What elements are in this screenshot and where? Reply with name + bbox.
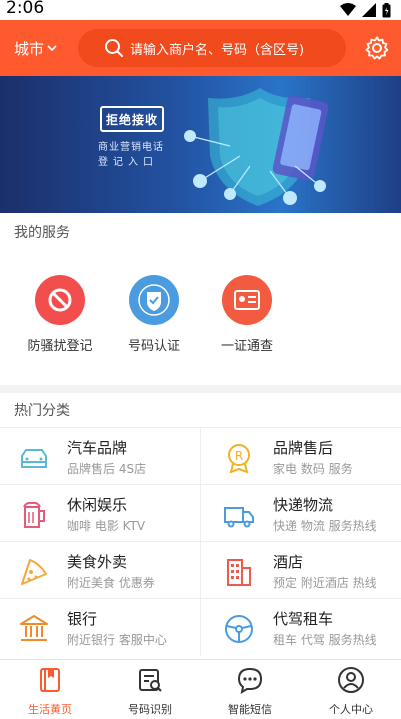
status-bar: 2:06 [0, 0, 401, 20]
gear-icon[interactable] [365, 36, 389, 60]
signal-icon [362, 3, 376, 17]
services-title: 我的服务 [14, 225, 70, 241]
category-subtitle: 预定 附近酒店 热线 [273, 576, 377, 590]
service-anti-harassment[interactable]: 防骚扰登记 [15, 275, 105, 354]
sms-icon [237, 667, 263, 695]
banner-line-1: 商业营销电话 [98, 142, 164, 153]
category-car-rental[interactable]: 代驾租车 租车 代驾 服务热线 [200, 598, 401, 656]
category-leisure[interactable]: 休闲娱乐 咖啡 电影 KTV [0, 484, 200, 542]
beer-icon [23, 501, 45, 528]
category-hotel[interactable]: 酒店 预定 附近酒店 热线 [200, 541, 401, 599]
yellow-pages-icon [40, 668, 60, 692]
bank-icon [20, 615, 48, 641]
category-subtitle: 快递 物流 服务热线 [273, 519, 377, 533]
verified-badge-icon [138, 284, 170, 316]
hot-categories-section: 热门分类 汽车品牌 品牌售后 4S店 R 品牌售后 家电 数码 服务 休闲娱乐 … [0, 393, 401, 659]
tab-yellow-pages[interactable]: 生活黄页 [0, 660, 100, 719]
id-card-icon [234, 290, 260, 310]
category-subtitle: 租车 代驾 服务热线 [273, 633, 377, 647]
category-subtitle: 品牌售后 4S店 [67, 462, 147, 476]
category-subtitle: 家电 数码 服务 [273, 462, 353, 476]
wifi-icon [340, 3, 356, 16]
user-icon [338, 667, 364, 693]
city-selector[interactable]: 城市 [14, 38, 57, 59]
category-title: 美食外卖 [67, 553, 128, 571]
category-subtitle: 咖啡 电影 KTV [67, 519, 146, 533]
shield-illustration [184, 88, 329, 206]
chevron-down-icon [47, 45, 57, 52]
hotel-icon [227, 559, 251, 586]
category-title: 品牌售后 [273, 439, 334, 457]
service-id-check[interactable]: 一证通查 [202, 275, 292, 354]
tab-number-recognition[interactable]: 号码识别 [100, 660, 200, 719]
category-brand-service[interactable]: R 品牌售后 家电 数码 服务 [200, 427, 401, 485]
banner-badge: 拒绝接收 [100, 106, 164, 132]
steering-wheel-icon [225, 615, 253, 643]
service-icon-bg [222, 275, 272, 325]
search-input[interactable]: 请输入商户名、号码（含区号) [78, 29, 346, 67]
banner-line-2: 登记入口 [98, 157, 158, 168]
category-express[interactable]: 快递物流 快递 物流 服务热线 [200, 484, 401, 542]
my-services-section: 我的服务 防骚扰登记 号码认证 一证通查 [0, 213, 401, 385]
tab-label: 生活黄页 [28, 703, 72, 716]
category-subtitle: 附近美食 优惠券 [67, 576, 155, 590]
service-label: 一证通查 [220, 339, 273, 354]
service-icon-bg [129, 275, 179, 325]
search-icon [105, 39, 123, 57]
search-placeholder: 请输入商户名、号码（含区号) [130, 42, 305, 58]
category-title: 代驾租车 [273, 610, 334, 628]
category-title: 快递物流 [273, 496, 334, 514]
category-title: 休闲娱乐 [67, 496, 128, 514]
no-entry-icon [48, 288, 72, 312]
tab-label: 号码识别 [128, 703, 172, 716]
battery-icon [382, 2, 391, 17]
category-car-brand[interactable]: 汽车品牌 品牌售后 4S店 [0, 427, 200, 485]
tab-label: 个人中心 [329, 703, 373, 716]
service-label: 号码认证 [127, 339, 180, 354]
status-time: 2:06 [6, 0, 45, 18]
promo-banner[interactable]: 拒绝接收 商业营销电话 登记入口 [0, 76, 401, 213]
category-title: 银行 [67, 610, 98, 628]
category-title: 汽车品牌 [67, 439, 128, 457]
bottom-tab-bar: 生活黄页 号码识别 智能短信 个人中心 [0, 659, 401, 719]
tab-personal-center[interactable]: 个人中心 [301, 660, 401, 719]
service-icon-bg [35, 275, 85, 325]
category-subtitle: 附近银行 客服中心 [67, 633, 167, 647]
top-header: 城市 请输入商户名、号码（含区号) [0, 20, 401, 76]
hot-categories-title: 热门分类 [14, 403, 70, 419]
city-label: 城市 [14, 40, 45, 58]
svg-text:R: R [235, 449, 243, 463]
pizza-icon [21, 559, 47, 585]
truck-icon [224, 507, 254, 528]
category-bank[interactable]: 银行 附近银行 客服中心 [0, 598, 200, 656]
category-title: 酒店 [273, 553, 304, 571]
service-label: 防骚扰登记 [27, 339, 93, 354]
status-icons [340, 2, 391, 18]
tab-label: 智能短信 [228, 703, 272, 716]
number-scan-icon [139, 669, 162, 692]
tab-smart-sms[interactable]: 智能短信 [200, 660, 300, 719]
category-food[interactable]: 美食外卖 附近美食 优惠券 [0, 541, 200, 599]
service-number-verify[interactable]: 号码认证 [109, 275, 199, 354]
car-icon [21, 449, 47, 468]
medal-icon: R [228, 444, 250, 474]
